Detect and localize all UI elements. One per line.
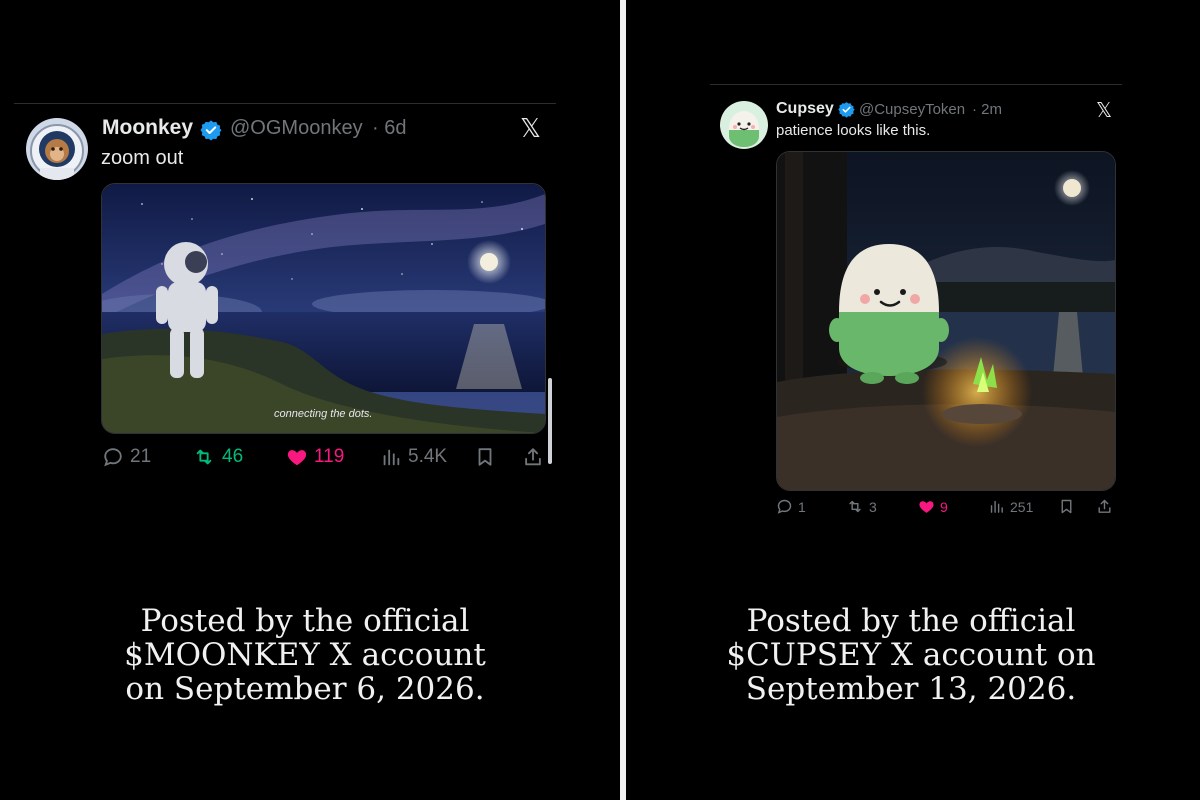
repost-icon bbox=[196, 449, 212, 465]
footer-line-1: Posted by the official bbox=[140, 603, 470, 639]
reply-icon bbox=[777, 499, 792, 514]
top-divider bbox=[14, 103, 556, 104]
display-name[interactable]: Moonkey bbox=[102, 116, 193, 140]
avatar[interactable] bbox=[26, 118, 88, 180]
tweet-media[interactable]: connecting the dots. bbox=[101, 183, 546, 434]
bookmark-icon bbox=[478, 448, 492, 466]
reply-count: 1 bbox=[798, 498, 806, 515]
astronaut-night-image bbox=[102, 184, 545, 433]
footer-line-3: on September 6, 2026. bbox=[125, 671, 485, 708]
verified-badge-icon bbox=[838, 102, 855, 118]
avatar-image bbox=[720, 101, 768, 149]
tweet-media[interactable] bbox=[776, 151, 1116, 491]
views-button[interactable]: 5.4K bbox=[380, 446, 447, 468]
footer-line-2: $CUPSEY X account on bbox=[726, 637, 1096, 674]
footer-caption: Posted by the official $MOONKEY X accoun… bbox=[60, 604, 550, 706]
repost-count: 3 bbox=[869, 498, 877, 515]
views-icon bbox=[383, 449, 400, 466]
verified-badge-icon bbox=[200, 120, 222, 141]
like-button[interactable]: 119 bbox=[286, 446, 344, 468]
share-icon bbox=[525, 448, 541, 466]
repost-icon bbox=[849, 500, 861, 513]
handle[interactable]: @CupseyToken bbox=[859, 101, 965, 118]
share-button[interactable] bbox=[1096, 498, 1113, 515]
timestamp[interactable]: · 6d bbox=[372, 117, 406, 140]
views-icon bbox=[990, 500, 1003, 513]
heart-icon bbox=[287, 450, 307, 466]
like-count: 9 bbox=[940, 498, 948, 515]
bookmark-icon bbox=[1061, 499, 1072, 514]
repost-count: 46 bbox=[222, 446, 244, 467]
avatar[interactable] bbox=[720, 101, 768, 149]
display-name[interactable]: Cupsey bbox=[776, 100, 834, 118]
top-divider bbox=[710, 84, 1122, 85]
footer-line-3: September 13, 2026. bbox=[745, 671, 1077, 708]
reply-button[interactable]: 1 bbox=[776, 498, 806, 515]
like-count: 119 bbox=[314, 446, 345, 467]
left-panel: Moonkey @OGMoonkey · 6d 𝕏 zoom out conne… bbox=[0, 0, 620, 800]
reply-count: 21 bbox=[130, 446, 152, 467]
x-logo-icon[interactable]: 𝕏 bbox=[1096, 98, 1112, 122]
tweet-text: zoom out bbox=[101, 147, 184, 169]
reply-icon bbox=[104, 448, 122, 467]
cupsey-campfire-image bbox=[777, 152, 1115, 490]
avatar-image bbox=[26, 118, 88, 180]
bookmark-button[interactable] bbox=[1058, 498, 1075, 515]
heart-icon bbox=[919, 501, 934, 513]
reply-button[interactable]: 21 bbox=[102, 446, 151, 468]
bookmark-button[interactable] bbox=[474, 446, 496, 468]
views-button[interactable]: 251 bbox=[988, 498, 1033, 515]
x-logo-icon[interactable]: 𝕏 bbox=[520, 114, 541, 144]
handle[interactable]: @OGMoonkey bbox=[230, 117, 363, 140]
share-icon bbox=[1098, 499, 1111, 513]
scrollbar[interactable] bbox=[548, 378, 552, 464]
view-count: 251 bbox=[1010, 498, 1034, 515]
media-caption: connecting the dots. bbox=[274, 408, 373, 420]
like-button[interactable]: 9 bbox=[918, 498, 948, 515]
right-panel: Cupsey @CupseyToken · 2m 𝕏 patience look… bbox=[626, 0, 1200, 800]
footer-line-2: $MOONKEY X account bbox=[124, 637, 486, 674]
timestamp[interactable]: · 2m bbox=[972, 101, 1002, 118]
footer-line-1: Posted by the official bbox=[746, 603, 1076, 639]
repost-button[interactable]: 3 bbox=[846, 498, 877, 515]
view-count: 5.4K bbox=[408, 446, 448, 467]
share-button[interactable] bbox=[522, 446, 544, 468]
footer-caption: Posted by the official $CUPSEY X account… bbox=[666, 604, 1156, 706]
repost-button[interactable]: 46 bbox=[192, 446, 243, 468]
tweet-text: patience looks like this. bbox=[776, 122, 931, 139]
